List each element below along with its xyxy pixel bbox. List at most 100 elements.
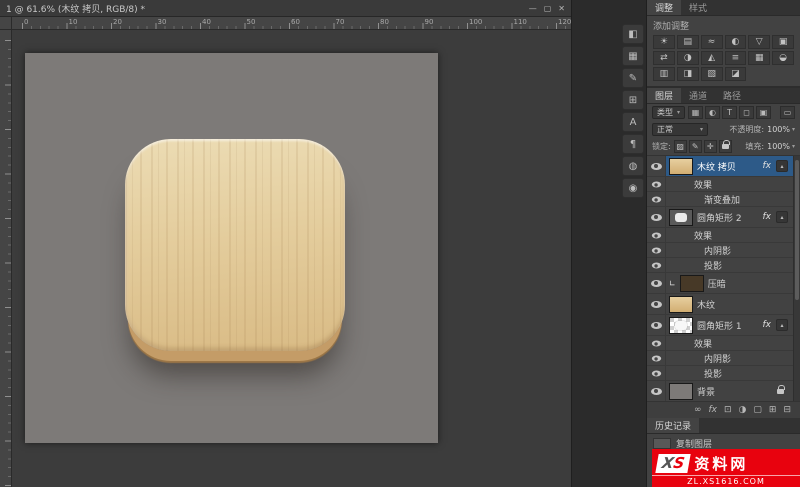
color-lookup-icon[interactable]: ▦: [748, 51, 770, 65]
layer-row-body[interactable]: 效果: [666, 177, 793, 191]
posterize-icon[interactable]: ▥: [653, 67, 675, 81]
ruler-horizontal[interactable]: 0102030405060708090100110120: [12, 17, 571, 30]
vibrance-icon[interactable]: ▽: [748, 35, 770, 49]
color-balance-icon[interactable]: ⇄: [653, 51, 675, 65]
ruler-vertical[interactable]: [0, 30, 12, 487]
layer-row-body[interactable]: 效果: [666, 336, 793, 350]
new-group-icon[interactable]: ▢: [753, 406, 762, 415]
collapse-effects-icon[interactable]: ▴: [776, 319, 788, 331]
new-layer-icon[interactable]: ⊞: [769, 406, 777, 415]
exposure-icon[interactable]: ◐: [725, 35, 747, 49]
minimize-icon[interactable]: —: [529, 4, 537, 13]
hue-saturation-icon[interactable]: ▣: [772, 35, 794, 49]
filter-shape-layers-icon[interactable]: ◻: [739, 106, 754, 119]
layer-row[interactable]: 内阴影: [647, 351, 793, 366]
layer-thumbnail[interactable]: [669, 383, 693, 400]
visibility-toggle[interactable]: [647, 294, 666, 314]
filter-type-layers-icon[interactable]: T: [722, 106, 737, 119]
tab-history[interactable]: 历史记录: [647, 418, 699, 433]
photo-filter-icon[interactable]: ◭: [701, 51, 723, 65]
filter-pixel-layers-icon[interactable]: ▦: [688, 106, 703, 119]
swatches-panel-icon[interactable]: ▦: [622, 46, 644, 66]
filter-kind-select[interactable]: 类型 ▾: [652, 106, 685, 119]
layer-row[interactable]: 背景: [647, 381, 793, 401]
new-adjustment-layer-icon[interactable]: ◑: [739, 406, 747, 415]
layers-tab-2[interactable]: 路径: [715, 88, 749, 103]
visibility-toggle[interactable]: [647, 207, 666, 227]
black-white-icon[interactable]: ◑: [677, 51, 699, 65]
layer-thumbnail[interactable]: [669, 296, 693, 313]
selective-color-icon[interactable]: ◪: [725, 67, 747, 81]
layer-row[interactable]: 内阴影: [647, 243, 793, 258]
layer-row-body[interactable]: 背景: [666, 381, 793, 401]
link-layers-icon[interactable]: ∞: [694, 406, 702, 415]
filter-smart-objects-icon[interactable]: ▣: [756, 106, 771, 119]
layer-row[interactable]: 渐变叠加: [647, 192, 793, 207]
add-layer-mask-icon[interactable]: ⊡: [724, 406, 732, 415]
fill-value[interactable]: 100% ▾: [767, 142, 795, 151]
layer-row-body[interactable]: 圆角矩形 2fx▴: [666, 207, 793, 227]
layer-row[interactable]: ∟压暗: [647, 273, 793, 294]
layer-row[interactable]: 圆角矩形 2fx▴: [647, 207, 793, 228]
layer-row-body[interactable]: 内阴影: [666, 243, 793, 257]
layer-row[interactable]: 投影: [647, 366, 793, 381]
character-panel-icon[interactable]: A: [622, 112, 644, 132]
layer-row[interactable]: 圆角矩形 1fx▴: [647, 315, 793, 336]
layer-row[interactable]: 投影: [647, 258, 793, 273]
visibility-toggle[interactable]: [647, 351, 666, 365]
layer-row-body[interactable]: ∟压暗: [666, 273, 793, 293]
brush-panel-icon[interactable]: ✎: [622, 68, 644, 88]
adjustments-tab-1[interactable]: 样式: [681, 0, 715, 15]
visibility-toggle[interactable]: [647, 366, 666, 380]
color-panel-icon[interactable]: ◧: [622, 24, 644, 44]
layer-row-body[interactable]: 木纹: [666, 294, 793, 314]
layer-row[interactable]: 效果: [647, 177, 793, 192]
restore-icon[interactable]: ▢: [544, 4, 552, 13]
visibility-toggle[interactable]: [647, 243, 666, 257]
lock-pixels-icon[interactable]: ✎: [689, 140, 702, 153]
scrollbar-thumb[interactable]: [795, 160, 799, 300]
history-item[interactable]: 复制图层: [647, 436, 800, 450]
visibility-toggle[interactable]: [647, 381, 666, 401]
canvas-area[interactable]: [12, 30, 571, 487]
lock-transparency-icon[interactable]: ▨: [674, 140, 687, 153]
layer-fx-badge[interactable]: fx: [763, 320, 773, 330]
layer-thumbnail[interactable]: [669, 158, 693, 175]
layers-tab-1[interactable]: 通道: [681, 88, 715, 103]
layers-scrollbar[interactable]: [793, 156, 800, 401]
lock-all-icon[interactable]: [719, 140, 732, 153]
visibility-toggle[interactable]: [647, 315, 666, 335]
layer-row-body[interactable]: 渐变叠加: [666, 192, 793, 206]
layers-tab-0[interactable]: 图层: [647, 88, 681, 103]
blend-mode-select[interactable]: 正常 ▾: [652, 123, 708, 136]
visibility-toggle[interactable]: [647, 336, 666, 350]
lock-position-icon[interactable]: ✛: [704, 140, 717, 153]
layer-row-body[interactable]: 内阴影: [666, 351, 793, 365]
visibility-toggle[interactable]: [647, 273, 666, 293]
visibility-toggle[interactable]: [647, 177, 666, 191]
invert-icon[interactable]: ◒: [772, 51, 794, 65]
layer-thumbnail[interactable]: [669, 317, 693, 334]
layer-fx-badge[interactable]: fx: [763, 212, 773, 222]
layer-row-body[interactable]: 木纹 拷贝fx▴: [666, 156, 793, 176]
close-icon[interactable]: ✕: [558, 4, 565, 13]
delete-layer-icon[interactable]: ⊟: [783, 406, 791, 415]
visibility-toggle[interactable]: [647, 228, 666, 242]
info-panel-icon[interactable]: ◍: [622, 156, 644, 176]
curves-icon[interactable]: ≈: [701, 35, 723, 49]
layer-thumbnail[interactable]: [669, 209, 693, 226]
filter-toggle-icon[interactable]: ▭: [780, 106, 795, 119]
layer-row-body[interactable]: 效果: [666, 228, 793, 242]
layer-row[interactable]: 木纹: [647, 294, 793, 315]
gradient-map-icon[interactable]: ▧: [701, 67, 723, 81]
layer-row-body[interactable]: 投影: [666, 258, 793, 272]
threshold-icon[interactable]: ◨: [677, 67, 699, 81]
filter-adjustment-layers-icon[interactable]: ◐: [705, 106, 720, 119]
artboard[interactable]: [25, 53, 438, 443]
visibility-toggle[interactable]: [647, 192, 666, 206]
brightness-contrast-icon[interactable]: ☀: [653, 35, 675, 49]
collapse-effects-icon[interactable]: ▴: [776, 211, 788, 223]
paragraph-panel-icon[interactable]: ¶: [622, 134, 644, 154]
adjustments-tab-0[interactable]: 调整: [647, 0, 681, 15]
layer-row-body[interactable]: 投影: [666, 366, 793, 380]
